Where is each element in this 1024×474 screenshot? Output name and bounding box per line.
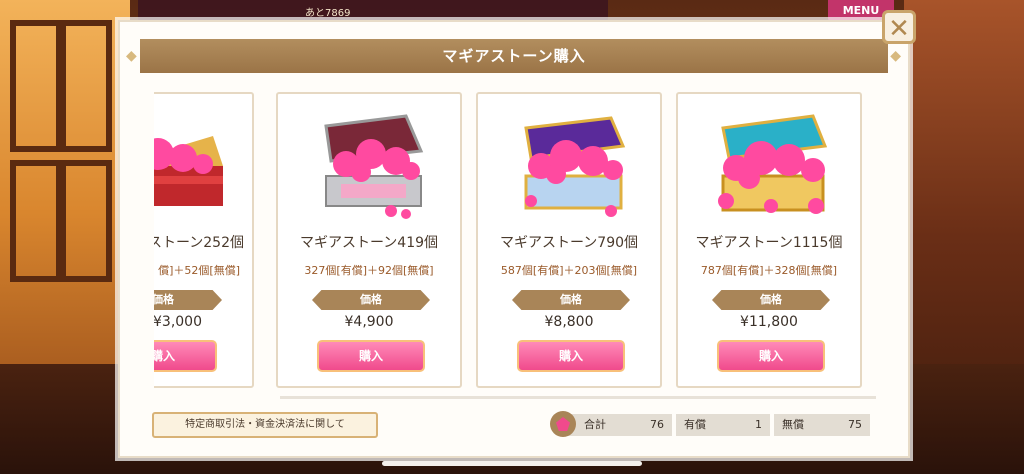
product-breakdown: 787個[有償]＋328個[無償] [700,264,838,277]
free-segment: 無償 75 [774,414,870,436]
product-breakdown: 587個[有償]＋203個[無償] [500,264,638,277]
close-button[interactable]: ✕ [882,10,916,44]
product-price: ¥11,800 [740,314,798,330]
product-breakdown: 償]＋52個[無償] [158,264,240,277]
price-label: 価格 [154,290,222,310]
free-label: 無償 [782,418,804,431]
gem-chest-icon [718,114,828,214]
purchase-dialog: マギアストーン購入 ストーン252個 償]＋52個[無償] 価格 ¥3,000 … [118,20,910,458]
carousel-scrollbar[interactable] [280,396,876,399]
buy-button[interactable]: 購入 [517,340,625,372]
paid-segment: 有償 1 [676,414,770,436]
gem-chest-icon [524,116,626,217]
product-name: マギアストーン790個 [499,235,639,251]
total-label: 合計 [584,418,606,431]
product-price: ¥4,900 [344,314,394,330]
total-value: 76 [650,418,664,431]
product-breakdown: 327個[有償]＋92個[無償] [304,264,434,277]
magia-stone-icon [550,411,576,437]
paid-label: 有償 [684,418,706,431]
total-segment: 合計 76 [560,414,672,436]
gem-chest-icon [154,136,223,206]
paid-value: 1 [755,418,762,431]
buy-button[interactable]: 購入 [717,340,825,372]
product-card: ストーン252個 償]＋52個[無償] 価格 ¥3,000 購入 [154,92,254,388]
price-label: 価格 [312,290,430,310]
home-indicator[interactable] [382,461,642,466]
price-label: 価格 [712,290,830,310]
buy-button[interactable]: 購入 [317,340,425,372]
product-card: マギアストーン1115個 787個[有償]＋328個[無償] 価格 ¥11,80… [676,92,862,388]
hud-remaining-text: あと7869 [305,8,351,19]
product-card: マギアストーン790個 587個[有償]＋203個[無償] 価格 ¥8,800 … [476,92,662,388]
dialog-title: マギアストーン購入 [126,39,902,73]
stone-totals: 合計 76 有償 1 無償 75 [550,411,880,437]
product-card: マギアストーン419個 327個[有償]＋92個[無償] 価格 ¥4,900 購… [276,92,462,388]
buy-button[interactable]: 購入 [154,340,217,372]
legal-info-button[interactable]: 特定商取引法・資金決済法に関して [152,412,378,438]
product-name: マギアストーン419個 [299,235,439,251]
product-name: ストーン252個 [154,235,244,251]
product-name: マギアストーン1115個 [695,235,843,251]
product-price: ¥3,000 [154,314,202,330]
product-carousel[interactable]: ストーン252個 償]＋52個[無償] 価格 ¥3,000 購入 マギアストーン… [154,92,874,392]
price-label: 価格 [512,290,630,310]
gem-chest-icon [324,114,424,219]
product-price: ¥8,800 [544,314,594,330]
free-value: 75 [848,418,862,431]
